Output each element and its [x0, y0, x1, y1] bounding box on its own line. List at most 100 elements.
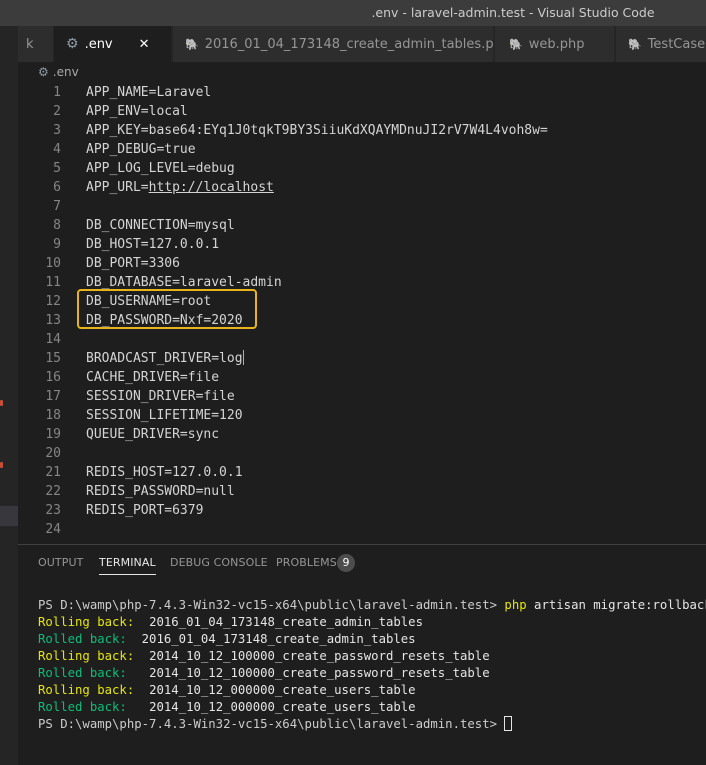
line-number: 3	[53, 123, 61, 138]
code-line: 3 APP_KEY=base64:EYq1J0tqkT9BY3SiiuKdXQAY…	[18, 121, 706, 140]
tab-web-php[interactable]: 🐘 web.php	[495, 26, 615, 62]
line-number: 16	[45, 370, 61, 385]
status-rolling: Rolling back:	[38, 615, 135, 629]
terminal-line: PS D:\wamp\php-7.4.3-Win32-vc15-x64\publ…	[38, 716, 706, 733]
line-number: 10	[45, 256, 61, 271]
php-icon: 🐘	[509, 37, 523, 51]
panel-tab-bar: OUTPUT TERMINAL DEBUG CONSOLE PROBLEMS 9	[18, 545, 706, 581]
code-line: 5 APP_LOG_LEVEL=debug	[18, 159, 706, 178]
line-number: 9	[53, 237, 61, 252]
code-text: APP_NAME=Laravel	[86, 85, 212, 100]
line-number: 7	[53, 199, 61, 214]
code-text: SESSION_LIFETIME=120	[86, 408, 243, 423]
code-line: 7	[18, 197, 706, 216]
terminal-line: Rolling back: 2016_01_04_173148_create_a…	[38, 614, 706, 631]
code-line: 19 QUEUE_DRIVER=sync	[18, 425, 706, 444]
line-number: 12	[45, 294, 61, 309]
terminal-line: PS D:\wamp\php-7.4.3-Win32-vc15-x64\publ…	[38, 597, 706, 614]
tab-partial[interactable]: k	[18, 26, 54, 62]
activity-active-item[interactable]	[0, 506, 18, 526]
tab-label: 2016_01_04_173148_create_admin_tables.ph…	[204, 36, 494, 52]
code-line: 6 APP_URL=http://localhost	[18, 178, 706, 197]
code-line: 10 DB_PORT=3306	[18, 254, 706, 273]
tab-debug-console[interactable]: DEBUG CONSOLE	[170, 556, 268, 569]
activity-bar	[0, 26, 18, 765]
code-text: APP_URL=http://localhost	[86, 178, 274, 197]
tab-create-admin-tables[interactable]: 🐘 2016_01_04_173148_create_admin_tables.…	[173, 26, 494, 62]
problems-count-badge: 9	[337, 554, 355, 572]
line-number: 1	[53, 85, 61, 100]
line-number: 24	[45, 522, 61, 537]
migration-name: 2016_01_04_173148_create_admin_tables	[141, 632, 416, 646]
tab-label: k	[26, 36, 34, 52]
status-rolled: Rolled back:	[38, 666, 127, 680]
tab-output[interactable]: OUTPUT	[38, 556, 83, 569]
tab-label: web.php	[528, 36, 585, 52]
php-icon: 🐘	[185, 37, 199, 51]
tab-terminal[interactable]: TERMINAL	[99, 556, 156, 575]
line-number: 21	[45, 465, 61, 480]
close-icon[interactable]: ✕	[139, 37, 150, 52]
error-marker	[0, 462, 3, 468]
migration-name: 2014_10_12_000000_create_users_table	[149, 683, 416, 697]
line-number: 18	[45, 408, 61, 423]
code-text: DB_PORT=3306	[86, 256, 180, 271]
code-text: REDIS_PORT=6379	[86, 503, 204, 518]
line-number: 13	[45, 313, 61, 328]
code-line: 2 APP_ENV=local	[18, 102, 706, 121]
terminal-prompt: PS D:\wamp\php-7.4.3-Win32-vc15-x64\publ…	[38, 598, 498, 612]
code-key: APP_URL=	[86, 180, 149, 195]
line-number: 2	[53, 104, 61, 119]
php-icon: 🐘	[628, 37, 642, 51]
code-text: APP_KEY=base64:EYq1J0tqkT9BY3SiiuKdXQAYM…	[86, 123, 548, 138]
code-line: 20	[18, 444, 706, 463]
code-line: 8 DB_CONNECTION=mysql	[18, 216, 706, 235]
code-text: QUEUE_DRIVER=sync	[86, 427, 220, 442]
migration-name: 2014_10_12_100000_create_password_resets…	[149, 666, 490, 680]
tab-label: TestCase.p	[647, 36, 706, 52]
gear-icon: ⚙	[38, 65, 49, 79]
line-number: 5	[53, 161, 61, 176]
tab-env[interactable]: ⚙ .env ✕	[54, 26, 172, 62]
breadcrumb-label: .env	[52, 65, 79, 79]
code-line: 1 APP_NAME=Laravel	[18, 83, 706, 102]
code-text: SESSION_DRIVER=file	[86, 389, 235, 404]
migration-name: 2014_10_12_100000_create_password_resets…	[149, 649, 490, 663]
status-rolled: Rolled back:	[38, 700, 127, 714]
migration-name: 2014_10_12_000000_create_users_table	[149, 700, 416, 714]
line-number: 19	[45, 427, 61, 442]
breadcrumb[interactable]: ⚙ .env	[18, 62, 706, 82]
code-line: 23 REDIS_PORT=6379	[18, 501, 706, 520]
db-credentials-highlight	[77, 289, 257, 329]
line-number: 8	[53, 218, 61, 233]
code-text: APP_DEBUG=true	[86, 142, 196, 157]
tab-problems[interactable]: PROBLEMS	[276, 556, 337, 569]
line-number: 4	[53, 142, 61, 157]
terminal-prompt: PS D:\wamp\php-7.4.3-Win32-vc15-x64\publ…	[38, 717, 498, 731]
title-bar: .env - laravel-admin.test - Visual Studi…	[0, 0, 706, 26]
code-line: 24	[18, 520, 706, 539]
code-text: REDIS_PASSWORD=null	[86, 484, 235, 499]
code-line: 4 APP_DEBUG=true	[18, 140, 706, 159]
line-number: 17	[45, 389, 61, 404]
status-rolled: Rolled back:	[38, 632, 127, 646]
line-number: 22	[45, 484, 61, 499]
terminal-line: Rolling back: 2014_10_12_000000_create_u…	[38, 682, 706, 699]
code-line: 17 SESSION_DRIVER=file	[18, 387, 706, 406]
terminal-output[interactable]: PS D:\wamp\php-7.4.3-Win32-vc15-x64\publ…	[38, 597, 706, 733]
code-editor[interactable]: 1 APP_NAME=Laravel 2 APP_ENV=local 3 APP_KE…	[18, 82, 706, 544]
line-number: 20	[45, 446, 61, 461]
code-text: CACHE_DRIVER=file	[86, 370, 220, 385]
terminal-args: artisan migrate:rollback	[534, 598, 706, 612]
line-number: 23	[45, 503, 61, 518]
url-link[interactable]: http://localhost	[149, 180, 274, 195]
code-text: DB_HOST=127.0.0.1	[86, 237, 220, 252]
code-line: 14	[18, 330, 706, 349]
bottom-panel: OUTPUT TERMINAL DEBUG CONSOLE PROBLEMS 9…	[18, 544, 706, 765]
status-rolling: Rolling back:	[38, 683, 135, 697]
line-number: 14	[45, 332, 61, 347]
tab-testcase[interactable]: 🐘 TestCase.p	[616, 26, 706, 62]
code-line: 9 DB_HOST=127.0.0.1	[18, 235, 706, 254]
error-marker	[0, 400, 3, 406]
code-text: BROADCAST_DRIVER=log	[86, 349, 244, 368]
